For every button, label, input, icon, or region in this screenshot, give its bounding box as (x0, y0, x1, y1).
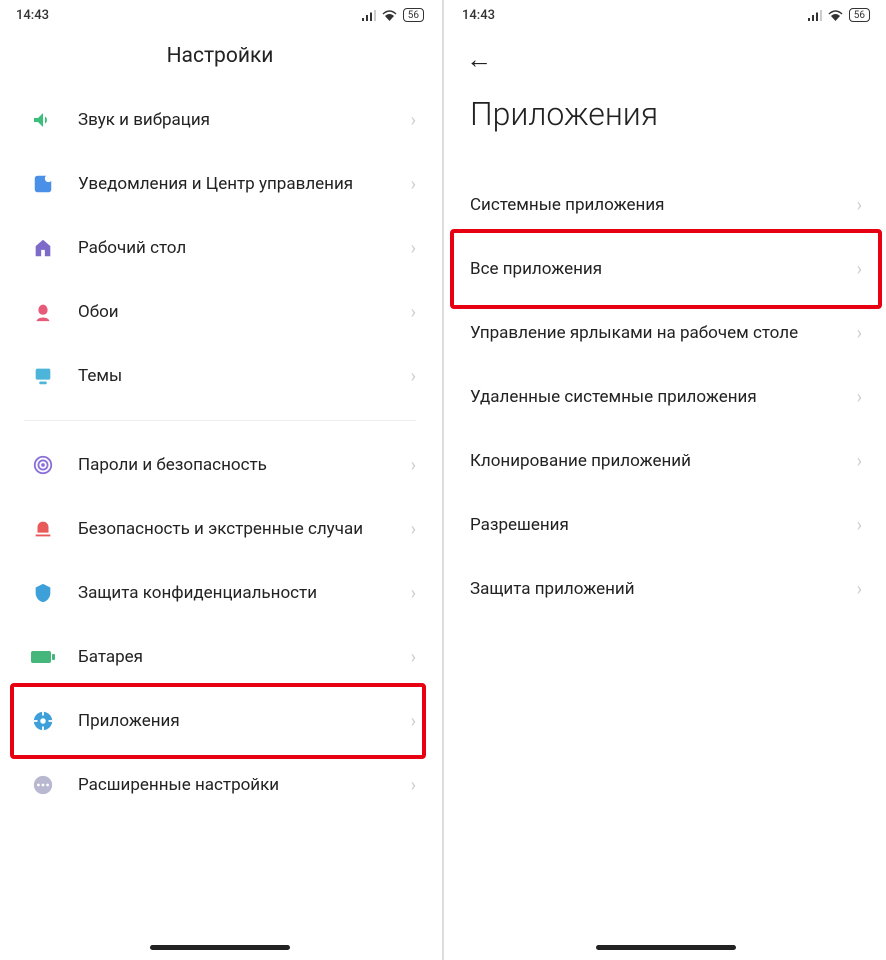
settings-item-emergency[interactable]: Безопасность и экстренные случаи › (0, 497, 440, 561)
chevron-right-icon: › (411, 238, 416, 259)
item-label: Звук и вибрация (78, 109, 411, 131)
settings-screen: 14:43 56 Настройки Звук и вибрация › Уве… (0, 0, 440, 960)
apps-item-system[interactable]: Системные приложения › (446, 173, 886, 237)
status-bar: 14:43 56 (0, 0, 440, 30)
apps-screen: 14:43 56 ← Приложения Системные приложен… (446, 0, 886, 960)
item-label: Клонирование приложений (470, 450, 857, 472)
settings-item-apps[interactable]: Приложения › (0, 689, 440, 753)
status-time: 14:43 (16, 8, 49, 23)
chevron-right-icon: › (857, 451, 862, 472)
item-label: Рабочий стол (78, 237, 411, 259)
settings-item-passwords[interactable]: Пароли и безопасность › (0, 433, 440, 497)
back-header: ← (446, 30, 886, 75)
settings-list: Звук и вибрация › Уведомления и Центр уп… (0, 88, 440, 960)
settings-item-privacy[interactable]: Защита конфиденциальности › (0, 561, 440, 625)
apps-item-permissions[interactable]: Разрешения › (446, 493, 886, 557)
battery-icon: 56 (849, 8, 870, 22)
settings-item-advanced[interactable]: Расширенные настройки › (0, 753, 440, 817)
wallpaper-icon (30, 299, 56, 325)
signal-icon (808, 10, 822, 21)
battery-icon (30, 644, 56, 670)
settings-item-themes[interactable]: Темы › (0, 344, 440, 408)
divider (24, 420, 416, 421)
item-label: Управление ярлыками на рабочем столе (470, 322, 857, 344)
status-icons: 56 (362, 8, 424, 22)
wifi-icon (828, 10, 843, 21)
shield-icon (30, 580, 56, 606)
item-label: Пароли и безопасность (78, 454, 411, 476)
chevron-right-icon: › (857, 579, 862, 600)
chevron-right-icon: › (857, 323, 862, 344)
settings-item-battery[interactable]: Батарея › (0, 625, 440, 689)
home-indicator[interactable] (596, 945, 736, 950)
apps-list: Системные приложения › Все приложения › … (446, 173, 886, 960)
apps-item-shortcuts[interactable]: Управление ярлыками на рабочем столе › (446, 301, 886, 365)
item-label: Безопасность и экстренные случаи (78, 518, 411, 540)
apps-icon (30, 708, 56, 734)
item-label: Приложения (78, 710, 411, 732)
item-label: Удаленные системные приложения (470, 386, 857, 408)
item-label: Защита приложений (470, 578, 857, 600)
status-icons: 56 (808, 8, 870, 22)
item-label: Все приложения (470, 258, 857, 280)
item-label: Разрешения (470, 514, 857, 536)
home-icon (30, 235, 56, 261)
chevron-right-icon: › (857, 259, 862, 280)
chevron-right-icon: › (857, 195, 862, 216)
chevron-right-icon: › (411, 366, 416, 387)
theme-icon (30, 363, 56, 389)
status-time: 14:43 (462, 8, 495, 23)
chevron-right-icon: › (857, 515, 862, 536)
more-icon (30, 772, 56, 798)
fingerprint-icon (30, 452, 56, 478)
apps-item-deleted[interactable]: Удаленные системные приложения › (446, 365, 886, 429)
signal-icon (362, 10, 376, 21)
chevron-right-icon: › (411, 455, 416, 476)
notification-icon (30, 171, 56, 197)
item-label: Уведомления и Центр управления (78, 173, 411, 195)
apps-item-all[interactable]: Все приложения › (446, 237, 886, 301)
apps-item-clone[interactable]: Клонирование приложений › (446, 429, 886, 493)
chevron-right-icon: › (411, 647, 416, 668)
settings-item-notifications[interactable]: Уведомления и Центр управления › (0, 152, 440, 216)
item-label: Расширенные настройки (78, 774, 411, 796)
page-title: Приложения (446, 75, 886, 173)
settings-item-wallpaper[interactable]: Обои › (0, 280, 440, 344)
chevron-right-icon: › (411, 519, 416, 540)
status-bar: 14:43 56 (446, 0, 886, 30)
chevron-right-icon: › (411, 583, 416, 604)
item-label: Системные приложения (470, 194, 857, 216)
apps-item-protection[interactable]: Защита приложений › (446, 557, 886, 621)
page-header: Настройки (0, 30, 440, 88)
sound-icon (30, 107, 56, 133)
chevron-right-icon: › (411, 110, 416, 131)
item-label: Обои (78, 301, 411, 323)
home-indicator[interactable] (150, 945, 290, 950)
chevron-right-icon: › (857, 387, 862, 408)
battery-icon: 56 (403, 8, 424, 22)
emergency-icon (30, 516, 56, 542)
back-button[interactable]: ← (466, 44, 492, 75)
chevron-right-icon: › (411, 302, 416, 323)
item-label: Темы (78, 365, 411, 387)
chevron-right-icon: › (411, 174, 416, 195)
settings-item-desktop[interactable]: Рабочий стол › (0, 216, 440, 280)
wifi-icon (382, 10, 397, 21)
chevron-right-icon: › (411, 775, 416, 796)
item-label: Батарея (78, 646, 411, 668)
chevron-right-icon: › (411, 711, 416, 732)
page-title: Настройки (167, 44, 274, 68)
settings-item-sound[interactable]: Звук и вибрация › (0, 88, 440, 152)
item-label: Защита конфиденциальности (78, 582, 411, 604)
